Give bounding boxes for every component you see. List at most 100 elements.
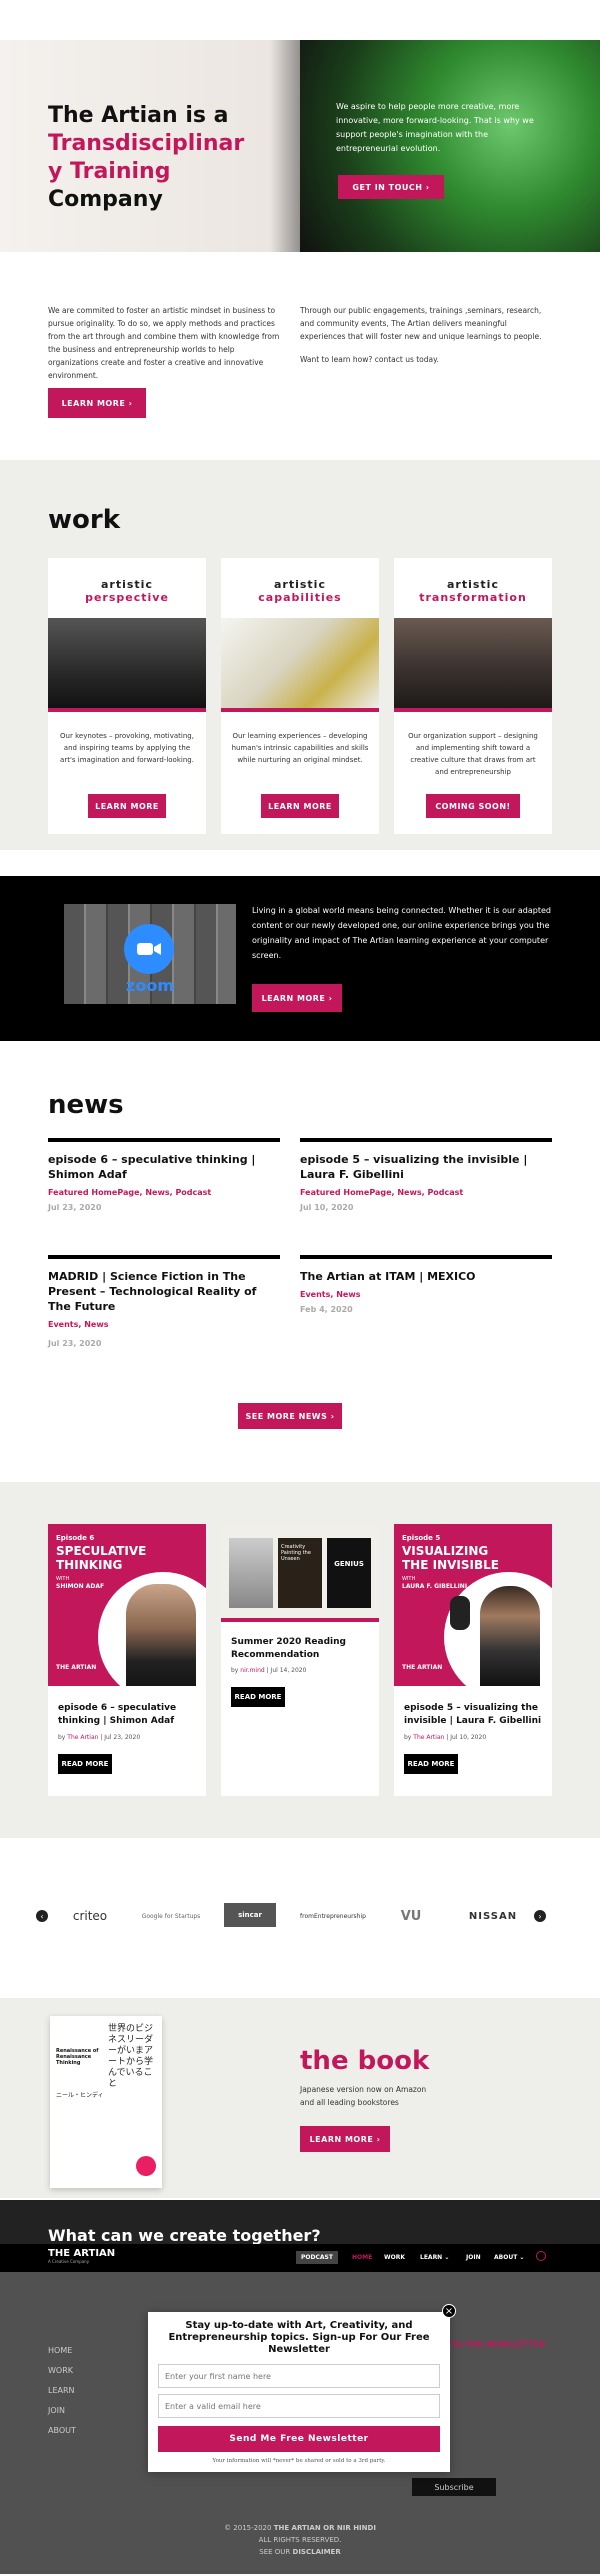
post-author[interactable]: The Artian [413, 1734, 444, 1741]
footer-link-home[interactable]: HOME [48, 2346, 72, 2355]
news-item-title[interactable]: episode 5 – visualizing the invisible | … [300, 1152, 552, 1182]
subscribe-button[interactable]: Subscribe [412, 2478, 496, 2496]
get-in-touch-button[interactable]: GET IN TOUCH › [338, 175, 444, 199]
book-learn-more-button[interactable]: LEARN MORE › [300, 2126, 390, 2152]
news-item-title[interactable]: episode 6 – speculative thinking | Shimo… [48, 1152, 280, 1182]
nav-join[interactable]: JOIN [466, 2254, 481, 2261]
first-name-input[interactable] [158, 2364, 440, 2388]
cover-episode: Episode 5 [402, 1534, 441, 1542]
zoom-logo-icon [124, 924, 174, 974]
search-icon[interactable] [536, 2251, 546, 2261]
copyright-line-1: © 2015-2020 THE ARTIAN OR NIR HINDI [0, 2524, 600, 2532]
post-title[interactable]: episode 5 – visualizing the invisible | … [404, 1702, 544, 1728]
news-item-categories[interactable]: Events, News [48, 1320, 280, 1329]
cover-title: VISUALIZING THE INVISIBLE [402, 1544, 499, 1572]
privacy-note: Your information will *never* be shared … [212, 2458, 386, 2464]
site-logo-subtext: A Creative Company [48, 2259, 90, 2264]
carousel-next-icon[interactable]: › [534, 1910, 546, 1922]
client-logo-vu: VU [400, 1908, 422, 1924]
footer-link-learn[interactable]: LEARN [48, 2386, 75, 2395]
post-card: Creativity Painting the Unseen GENIUS Su… [221, 1524, 379, 1796]
client-logo-fromentrepreneurship: fromEntrepreneurship [300, 1912, 366, 1920]
work-card-title-2: artistic capabilities [221, 578, 379, 604]
zoom-wordmark: zoom [126, 976, 174, 995]
hero-title-line2: Transdisciplinar [48, 131, 245, 156]
work-card-desc-3: Our organization support – designing and… [408, 732, 538, 776]
news-item-date: Jul 23, 2020 [48, 1339, 102, 1348]
post-author[interactable]: nir.mind [240, 1667, 264, 1674]
client-logo-nissan: NISSAN [468, 1910, 518, 1922]
cover-guest: LAURA F. GIBELLINI [402, 1583, 468, 1590]
work-card-button-1[interactable]: LEARN MORE [88, 794, 166, 818]
see-more-news-label: SEE MORE NEWS [245, 1411, 328, 1421]
copyright-owner: THE ARTIAN OR NIR HINDI [273, 2524, 376, 2532]
work-card-button-3[interactable]: COMING SOON! [426, 794, 520, 818]
post-date: Jul 23, 2020 [104, 1734, 141, 1741]
cover-brand: THE ARTIAN [402, 1664, 443, 1671]
news-item: The Artian at ITAM | MEXICO Events, News… [300, 1255, 552, 1335]
newsletter-label: TO THE NEWSLETTER [450, 2340, 546, 2349]
close-icon[interactable]: × [442, 2304, 456, 2318]
nav-podcast[interactable]: PODCAST [296, 2251, 338, 2264]
read-more-button[interactable]: READ MORE [58, 1754, 112, 1774]
book-cover-title: Renaissance of Renaissance Thinking [56, 2048, 99, 2066]
nav-learn[interactable]: LEARN ⌄ [420, 2254, 449, 2261]
carousel-prev-icon[interactable]: ‹ [36, 1910, 48, 1922]
work-card-title-2-bottom: capabilities [258, 591, 342, 604]
post-title[interactable]: episode 6 – speculative thinking | Shimo… [58, 1702, 198, 1728]
news-item-title[interactable]: The Artian at ITAM | MEXICO [300, 1269, 552, 1284]
online-section: zoom Living in a global world means bein… [0, 876, 600, 1041]
send-newsletter-button[interactable]: Send Me Free Newsletter [158, 2426, 440, 2452]
intro-right-text: Through our public engagements, training… [300, 306, 542, 341]
see-more-news-button[interactable]: SEE MORE NEWS › [238, 1403, 342, 1429]
intro-learn-more-button[interactable]: LEARN MORE › [48, 388, 146, 418]
audience-photo [394, 618, 552, 712]
nav-about-label: ABOUT [494, 2254, 518, 2261]
news-item-date: Feb 4, 2020 [300, 1305, 353, 1314]
work-card-transformation: artistic transformation Our organization … [394, 558, 552, 834]
online-text: Living in a global world means being con… [252, 906, 552, 960]
work-card-title-2-top: artistic [274, 578, 326, 591]
hero-text: We aspire to help people more creative, … [336, 102, 534, 153]
copyright-line-3: SEE OUR DISCLAIMER [0, 2548, 600, 2556]
site-logo[interactable]: THE ARTIAN A Creative Company [48, 2248, 115, 2264]
email-input[interactable] [158, 2394, 440, 2418]
nav-work[interactable]: WORK [384, 2254, 405, 2261]
book-cover-author: ニール・ヒンディ [56, 2092, 104, 2099]
book-cover[interactable]: Renaissance of Renaissance Thinking 世界のビ… [50, 2016, 162, 2188]
work-card-capabilities: artistic capabilities Our learning experi… [221, 558, 379, 834]
work-card-button-2[interactable]: LEARN MORE [261, 794, 339, 818]
news-item-categories[interactable]: Featured HomePage, News, Podcast [300, 1188, 552, 1197]
footer-link-work[interactable]: WORK [48, 2366, 73, 2375]
guest-photo [126, 1584, 196, 1686]
newsletter-popup: × Stay up-to-date with Art, Creativity, … [148, 2304, 456, 2472]
news-item-date: Jul 10, 2020 [300, 1203, 354, 1212]
footer-link-join[interactable]: JOIN [48, 2406, 65, 2415]
zoom-screenshot: zoom [64, 904, 236, 1004]
read-more-button[interactable]: READ MORE [404, 1754, 458, 1774]
keynote-photo [48, 618, 206, 712]
news-item-date: Jul 23, 2020 [48, 1203, 102, 1212]
footer-link-about[interactable]: ABOUT [48, 2426, 76, 2435]
site-logo-text: THE ARTIAN [48, 2248, 116, 2259]
news-item-title[interactable]: MADRID | Science Fiction in The Present … [48, 1269, 280, 1314]
podcast-cover-5[interactable]: Episode 5 VISUALIZING THE INVISIBLE WITH… [394, 1524, 552, 1686]
post-meta-by: by [231, 1667, 239, 1674]
chevron-down-icon: ⌄ [444, 2254, 450, 2261]
read-more-button[interactable]: READ MORE [231, 1687, 285, 1707]
news-item-categories[interactable]: Featured HomePage, News, Podcast [48, 1188, 280, 1197]
online-learn-more-button[interactable]: LEARN MORE › [252, 984, 342, 1012]
book-cover-1 [229, 1538, 273, 1608]
client-logo-sincar: sincar [224, 1903, 276, 1927]
hero-section: The Artian is a Transdisciplinar y Train… [0, 40, 600, 252]
footer-headline: What can we create together? [48, 2226, 321, 2245]
books-image[interactable]: Creativity Painting the Unseen GENIUS [221, 1524, 379, 1622]
post-title[interactable]: Summer 2020 Reading Recommendation [231, 1636, 371, 1662]
nav-home[interactable]: HOME [352, 2254, 372, 2261]
work-card-title-3-top: artistic [447, 578, 499, 591]
post-author[interactable]: The Artian [67, 1734, 98, 1741]
disclaimer-link[interactable]: DISCLAIMER [293, 2548, 341, 2556]
podcast-cover-6[interactable]: Episode 6 SPECULATIVE THINKING WITH SHIM… [48, 1524, 206, 1686]
nav-about[interactable]: ABOUT ⌄ [494, 2254, 524, 2261]
news-item-categories[interactable]: Events, News [300, 1290, 552, 1299]
